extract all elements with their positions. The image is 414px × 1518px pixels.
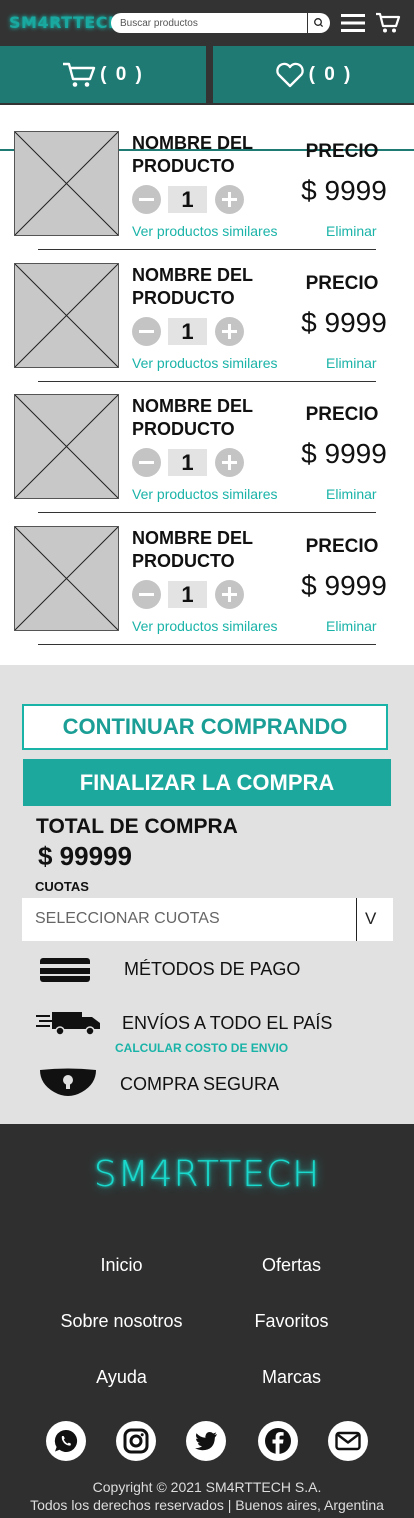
footer-logo[interactable]: SM4RTTECH	[0, 1154, 414, 1195]
similar-products-link[interactable]: Ver productos similares	[132, 618, 278, 634]
shipping-row[interactable]: ENVÍOS A TODO EL PAÍS	[0, 1008, 414, 1038]
cart-item: NOMBRE DEL PRODUCTO 1 Ver productos simi…	[0, 263, 414, 395]
copyright-text: Copyright © 2021 SM4RTTECH S.A.	[92, 1479, 322, 1495]
quantity-stepper: 1	[132, 448, 244, 477]
favorites-count: ( 0 )	[308, 63, 353, 85]
delivery-truck-icon	[36, 1012, 100, 1036]
payment-methods-row[interactable]: MÉTODOS DE PAGO	[0, 954, 414, 984]
calculate-shipping-link[interactable]: CALCULAR COSTO DE ENVIO	[115, 1041, 288, 1055]
product-name[interactable]: NOMBRE DEL PRODUCTO	[132, 132, 292, 178]
payment-methods-label: MÉTODOS DE PAGO	[124, 959, 301, 979]
product-price: $ 9999	[301, 438, 387, 469]
twitter-icon[interactable]	[186, 1421, 226, 1461]
footer-link-marcas[interactable]: Marcas	[188, 1367, 395, 1388]
price-label: PRECIO	[305, 273, 379, 294]
mail-icon[interactable]	[328, 1421, 368, 1461]
item-divider	[38, 512, 376, 513]
product-price: $ 9999	[301, 307, 387, 338]
decrease-quantity-button[interactable]	[132, 448, 161, 477]
product-image-placeholder[interactable]	[14, 263, 119, 368]
item-divider	[38, 249, 376, 250]
product-image-placeholder[interactable]	[14, 131, 119, 236]
decrease-quantity-button[interactable]	[132, 580, 161, 609]
remove-item-link[interactable]: Eliminar	[326, 355, 377, 371]
top-header: SM4RTTECH	[0, 0, 414, 46]
price-label: PRECIO	[305, 141, 379, 162]
item-divider	[38, 381, 376, 382]
quantity-value[interactable]: 1	[168, 581, 207, 608]
remove-item-link[interactable]: Eliminar	[326, 486, 377, 502]
remove-item-link[interactable]: Eliminar	[326, 223, 377, 239]
product-name[interactable]: NOMBRE DEL PRODUCTO	[132, 395, 292, 441]
quantity-value[interactable]: 1	[168, 318, 207, 345]
heart-icon	[275, 62, 304, 87]
header-cart-button[interactable]	[375, 12, 401, 34]
continue-shopping-button[interactable]: CONTINUAR COMPRANDO	[22, 704, 388, 750]
installments-placeholder: SELECCIONAR CUOTAS	[35, 910, 220, 927]
total-value: $ 99999	[38, 841, 132, 871]
increase-quantity-button[interactable]	[215, 448, 244, 477]
search-icon	[314, 18, 324, 28]
price-label: PRECIO	[305, 536, 379, 557]
product-price: $ 9999	[301, 175, 387, 206]
increase-quantity-button[interactable]	[215, 185, 244, 214]
checkout-button[interactable]: FINALIZAR LA COMPRA	[23, 759, 391, 806]
search-button[interactable]	[308, 13, 330, 33]
search-input[interactable]	[111, 13, 307, 33]
cart-item: NOMBRE DEL PRODUCTO 1 Ver productos simi…	[0, 526, 414, 658]
chevron-down-icon[interactable]: V	[365, 909, 376, 929]
quantity-stepper: 1	[132, 317, 244, 346]
remove-item-link[interactable]: Eliminar	[326, 618, 377, 634]
increase-quantity-button[interactable]	[215, 580, 244, 609]
product-name[interactable]: NOMBRE DEL PRODUCTO	[132, 527, 292, 573]
installments-select[interactable]: SELECCIONAR CUOTAS V	[22, 898, 393, 941]
secure-purchase-row[interactable]: COMPRA SEGURA	[0, 1068, 414, 1098]
hamburger-icon	[341, 14, 365, 32]
select-separator	[356, 898, 357, 941]
product-name[interactable]: NOMBRE DEL PRODUCTO	[132, 264, 292, 310]
quantity-stepper: 1	[132, 580, 244, 609]
increase-quantity-button[interactable]	[215, 317, 244, 346]
similar-products-link[interactable]: Ver productos similares	[132, 486, 278, 502]
total-label: TOTAL DE COMPRA	[36, 815, 238, 838]
whatsapp-icon[interactable]	[46, 1421, 86, 1461]
footer-link-favoritos[interactable]: Favoritos	[188, 1311, 395, 1332]
cart-icon	[63, 62, 96, 87]
price-label: PRECIO	[305, 404, 379, 425]
decrease-quantity-button[interactable]	[132, 185, 161, 214]
site-footer: SM4RTTECH Inicio Ofertas Sobre nosotros …	[0, 1124, 414, 1518]
quantity-value[interactable]: 1	[168, 186, 207, 213]
product-image-placeholder[interactable]	[14, 394, 119, 499]
tab-bar: ( 0 ) ( 0 )	[0, 46, 414, 151]
cart-count: ( 0 )	[100, 63, 144, 85]
cart-item: NOMBRE DEL PRODUCTO 1 Ver productos simi…	[0, 394, 414, 526]
secure-purchase-label: COMPRA SEGURA	[120, 1074, 280, 1094]
menu-button[interactable]	[340, 12, 366, 34]
tab-favorites[interactable]: ( 0 )	[213, 46, 414, 103]
product-image-placeholder[interactable]	[14, 526, 119, 631]
shipping-label: ENVÍOS A TODO EL PAÍS	[122, 1013, 333, 1033]
footer-link-ofertas[interactable]: Ofertas	[188, 1255, 395, 1276]
decrease-quantity-button[interactable]	[132, 317, 161, 346]
item-divider	[38, 644, 376, 645]
cart-item: NOMBRE DEL PRODUCTO 1 Ver productos simi…	[0, 131, 414, 263]
instagram-icon[interactable]	[116, 1421, 156, 1461]
credit-card-icon	[40, 958, 90, 982]
rights-text: Todos los derechos reservados | Buenos a…	[30, 1497, 384, 1513]
facebook-icon[interactable]	[258, 1421, 298, 1461]
shield-lock-icon	[40, 1068, 96, 1096]
header-logo[interactable]: SM4RTTECH	[9, 13, 122, 32]
quantity-value[interactable]: 1	[168, 449, 207, 476]
installments-label: CUOTAS	[35, 879, 89, 894]
tab-cart[interactable]: ( 0 )	[0, 46, 206, 103]
product-price: $ 9999	[301, 570, 387, 601]
cart-icon	[376, 12, 401, 33]
quantity-stepper: 1	[132, 185, 244, 214]
similar-products-link[interactable]: Ver productos similares	[132, 223, 278, 239]
purchase-summary: CONTINUAR COMPRANDO FINALIZAR LA COMPRA …	[0, 665, 414, 1124]
similar-products-link[interactable]: Ver productos similares	[132, 355, 278, 371]
